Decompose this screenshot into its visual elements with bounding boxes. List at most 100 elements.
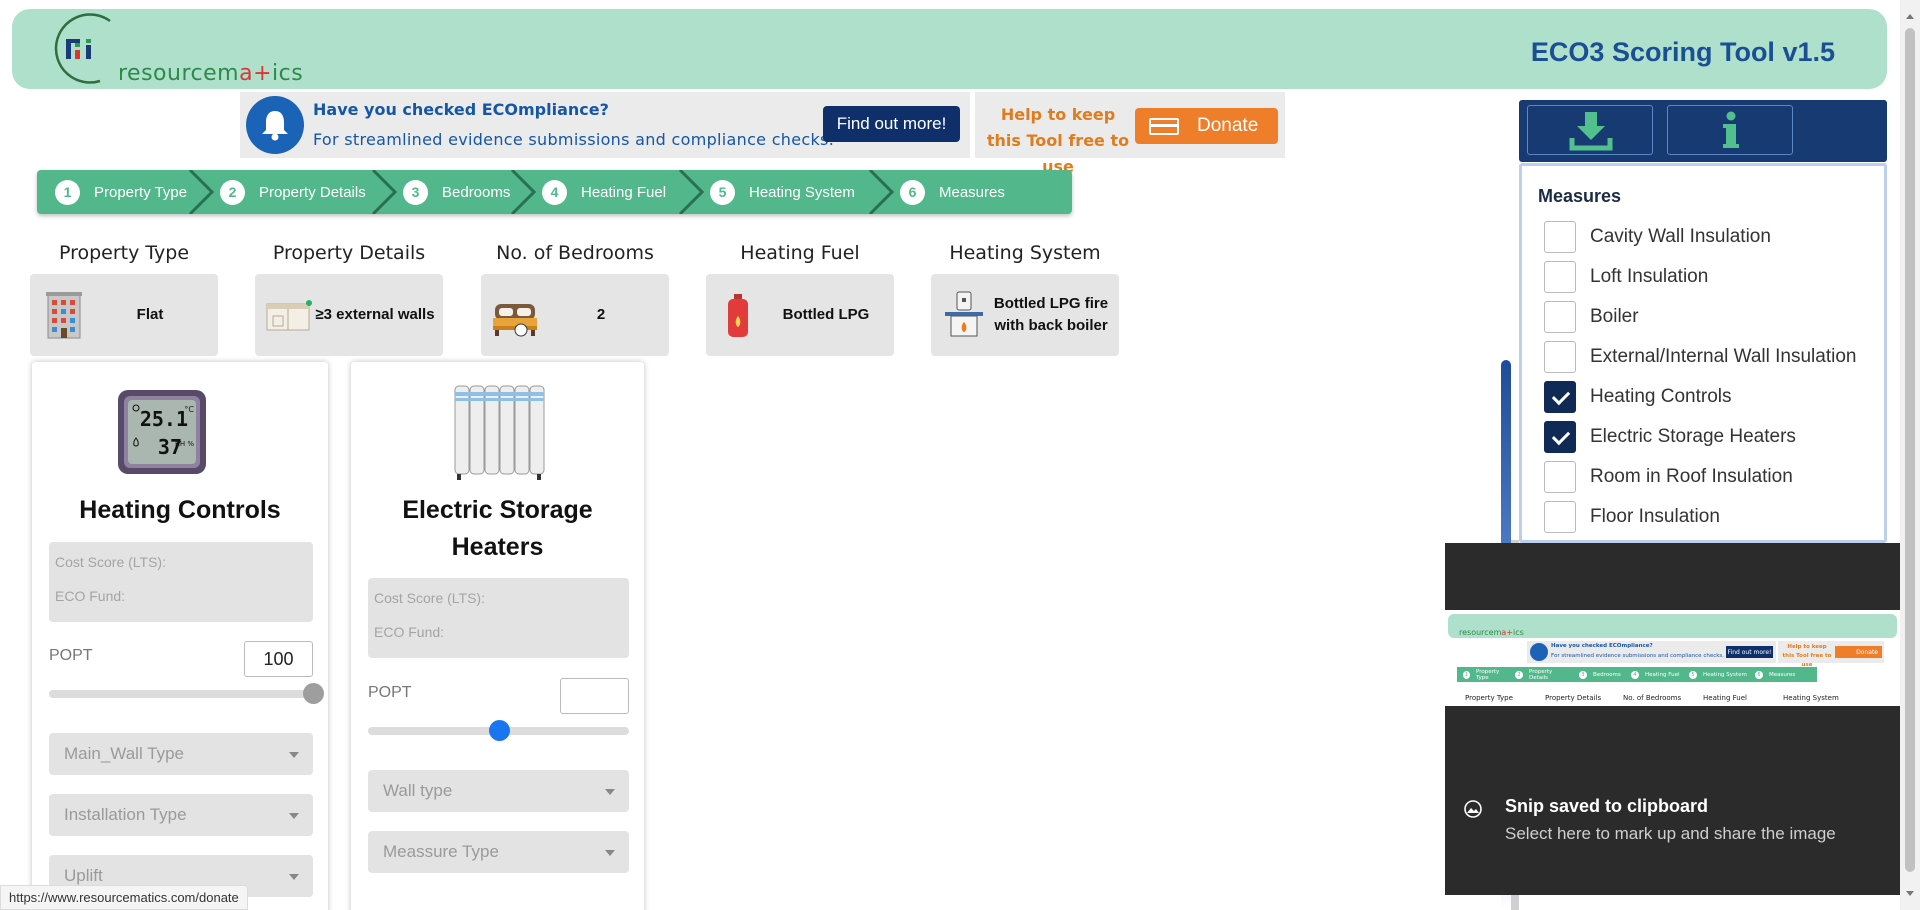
main-wall-type-select[interactable]: Main_Wall Type <box>49 733 313 775</box>
popt-input[interactable]: 100 <box>244 641 313 677</box>
scroll-down-arrow-icon[interactable] <box>1906 891 1914 896</box>
card-title: Heating Controls <box>79 496 281 524</box>
preview-step: 3 Bedrooms <box>1573 667 1625 682</box>
step-measures[interactable]: 6 Measures <box>882 170 1042 214</box>
info-button[interactable] <box>1667 105 1793 155</box>
measure-option-external-internal-wall[interactable]: External/Internal Wall Insulation <box>1544 341 1856 373</box>
step-number: 5 <box>710 179 735 205</box>
snip-message: Select here to mark up and share the ima… <box>1505 824 1836 843</box>
measure-option-label: Heating Controls <box>1590 386 1732 407</box>
banner-headline: Have you checked ECOmpliance? <box>313 100 609 119</box>
slider-thumb[interactable] <box>488 720 510 741</box>
caret-down-icon <box>289 874 299 880</box>
summary-card-bedrooms[interactable]: 2 <box>481 274 669 356</box>
wall-type-select[interactable]: Wall type <box>368 770 629 812</box>
preview-help-text: Help to keep this Tool free to use <box>1782 644 1832 668</box>
find-out-more-button[interactable]: Find out more! <box>823 106 960 142</box>
measure-option-floor[interactable]: Floor Insulation <box>1544 501 1720 533</box>
popt-slider[interactable] <box>368 720 629 741</box>
popt-slider[interactable] <box>49 683 324 704</box>
summary-card-property-type[interactable]: Flat <box>30 274 218 356</box>
app-title: ECO3 Scoring Tool v1.5 <box>1530 37 1835 67</box>
measure-option-loft[interactable]: Loft Insulation <box>1544 261 1708 293</box>
fire-boiler-icon <box>945 291 983 337</box>
scrollbar-thumb[interactable] <box>1905 28 1915 872</box>
select-placeholder: Main_Wall Type <box>64 744 184 763</box>
score-box: Cost Score (LTS): ECO Fund: <box>368 578 629 658</box>
snip-notification[interactable]: resourcema+ics Have you checked ECOmplia… <box>1445 543 1900 895</box>
checkbox-checked[interactable] <box>1544 381 1576 413</box>
measure-option-label: Loft Insulation <box>1590 266 1709 287</box>
ecompliance-banner: Have you checked ECOmpliance? For stream… <box>240 92 970 158</box>
preview-step: 5 Heating System <box>1683 667 1749 682</box>
step-label: Measures <box>939 183 1005 201</box>
checkbox[interactable] <box>1544 461 1576 493</box>
summary-card-heating-fuel[interactable]: Bottled LPG <box>706 274 894 356</box>
thermostat-temp: 25.1 <box>140 407 188 431</box>
snip-title: Snip saved to clipboard <box>1505 796 1709 816</box>
measure-option-room-in-roof[interactable]: Room in Roof Insulation <box>1544 461 1793 493</box>
slider-thumb[interactable] <box>303 683 324 704</box>
measure-option-label: Boiler <box>1590 306 1639 327</box>
banner-subline: For streamlined evidence submissions and… <box>313 130 835 149</box>
checkbox[interactable] <box>1544 341 1576 373</box>
checkbox[interactable] <box>1544 301 1576 333</box>
checkbox[interactable] <box>1544 501 1576 533</box>
card-title: Electric Storage Heaters <box>402 496 593 561</box>
donate-button[interactable]: Donate <box>1135 108 1278 144</box>
step-label: Heating Fuel <box>581 183 667 201</box>
summary-card-heating-system[interactable]: Bottled LPG fire with back boiler <box>931 274 1119 356</box>
logo-mark-icon <box>54 13 111 84</box>
step-number: 3 <box>403 179 428 205</box>
page-scrollbar[interactable] <box>1900 0 1920 910</box>
measure-option-electric-storage-heaters[interactable]: Electric Storage Heaters <box>1544 421 1796 453</box>
step-property-type[interactable]: 1 Property Type <box>37 170 215 214</box>
cost-score-label: Cost Score (LTS): <box>55 554 166 570</box>
resourcematics-logo[interactable]: resourcema+ics <box>40 13 340 93</box>
measure-card-heating-controls: 25.1 °C 37 RH % Heating Controls Cost Sc… <box>32 362 328 910</box>
step-number: 4 <box>542 179 567 205</box>
summary-label-bedrooms: No. of Bedrooms <box>496 242 654 264</box>
step-number: 6 <box>900 179 925 205</box>
caret-down-icon <box>605 789 615 795</box>
preview-step: 1 Property Type <box>1463 668 1500 681</box>
step-property-details[interactable]: 2 Property Details <box>202 170 398 214</box>
measure-option-boiler[interactable]: Boiler <box>1544 301 1639 333</box>
step-heating-fuel[interactable]: 4 Heating Fuel <box>524 170 705 214</box>
measures-title: Measures <box>1538 186 1622 206</box>
right-toolbar <box>1519 100 1887 162</box>
preview-step: 2 Property Details <box>1509 667 1573 682</box>
thermostat-temp-unit: °C <box>184 405 194 414</box>
checkbox[interactable] <box>1544 261 1576 293</box>
popt-input[interactable] <box>560 678 629 714</box>
step-number: 2 <box>220 179 245 205</box>
step-heating-system[interactable]: 5 Heating System <box>692 170 895 214</box>
measure-option-heating-controls[interactable]: Heating Controls <box>1544 381 1732 413</box>
checkbox-checked[interactable] <box>1544 421 1576 453</box>
scroll-up-arrow-icon[interactable] <box>1906 14 1914 19</box>
preview-bell-icon <box>1530 643 1548 661</box>
bed-icon <box>493 304 537 337</box>
preview-logo: resourcema+ics <box>1459 628 1524 637</box>
thermostat-icon: 25.1 °C 37 RH % <box>118 390 206 474</box>
summary-label-heating-system: Heating System <box>949 242 1101 264</box>
summary-label-heating-fuel: Heating Fuel <box>740 242 860 264</box>
summary-label-property-details: Property Details <box>272 242 426 264</box>
summary-card-property-details[interactable]: ≥3 external walls <box>255 274 443 356</box>
step-label: Property Details <box>259 183 366 201</box>
snip-tool-icon <box>1464 800 1482 818</box>
checkbox[interactable] <box>1544 221 1576 253</box>
step-label: Bedrooms <box>442 183 511 201</box>
preview-banner-line1: Have you checked ECOmpliance? <box>1551 643 1653 649</box>
preview-summary-label: Property Type <box>1465 694 1513 702</box>
measure-option-cavity-wall[interactable]: Cavity Wall Insulation <box>1544 221 1771 253</box>
preview-summary-label: No. of Bedrooms <box>1623 694 1682 702</box>
download-button[interactable] <box>1527 105 1653 155</box>
measure-type-select[interactable]: Meassure Type <box>368 831 629 873</box>
step-bedrooms[interactable]: 3 Bedrooms <box>385 170 537 214</box>
installation-type-select[interactable]: Installation Type <box>49 794 313 836</box>
bell-icon <box>246 96 304 154</box>
donate-label: Donate <box>1197 115 1259 136</box>
preview-summary-label: Heating System <box>1783 694 1839 702</box>
download-icon <box>1569 112 1613 151</box>
